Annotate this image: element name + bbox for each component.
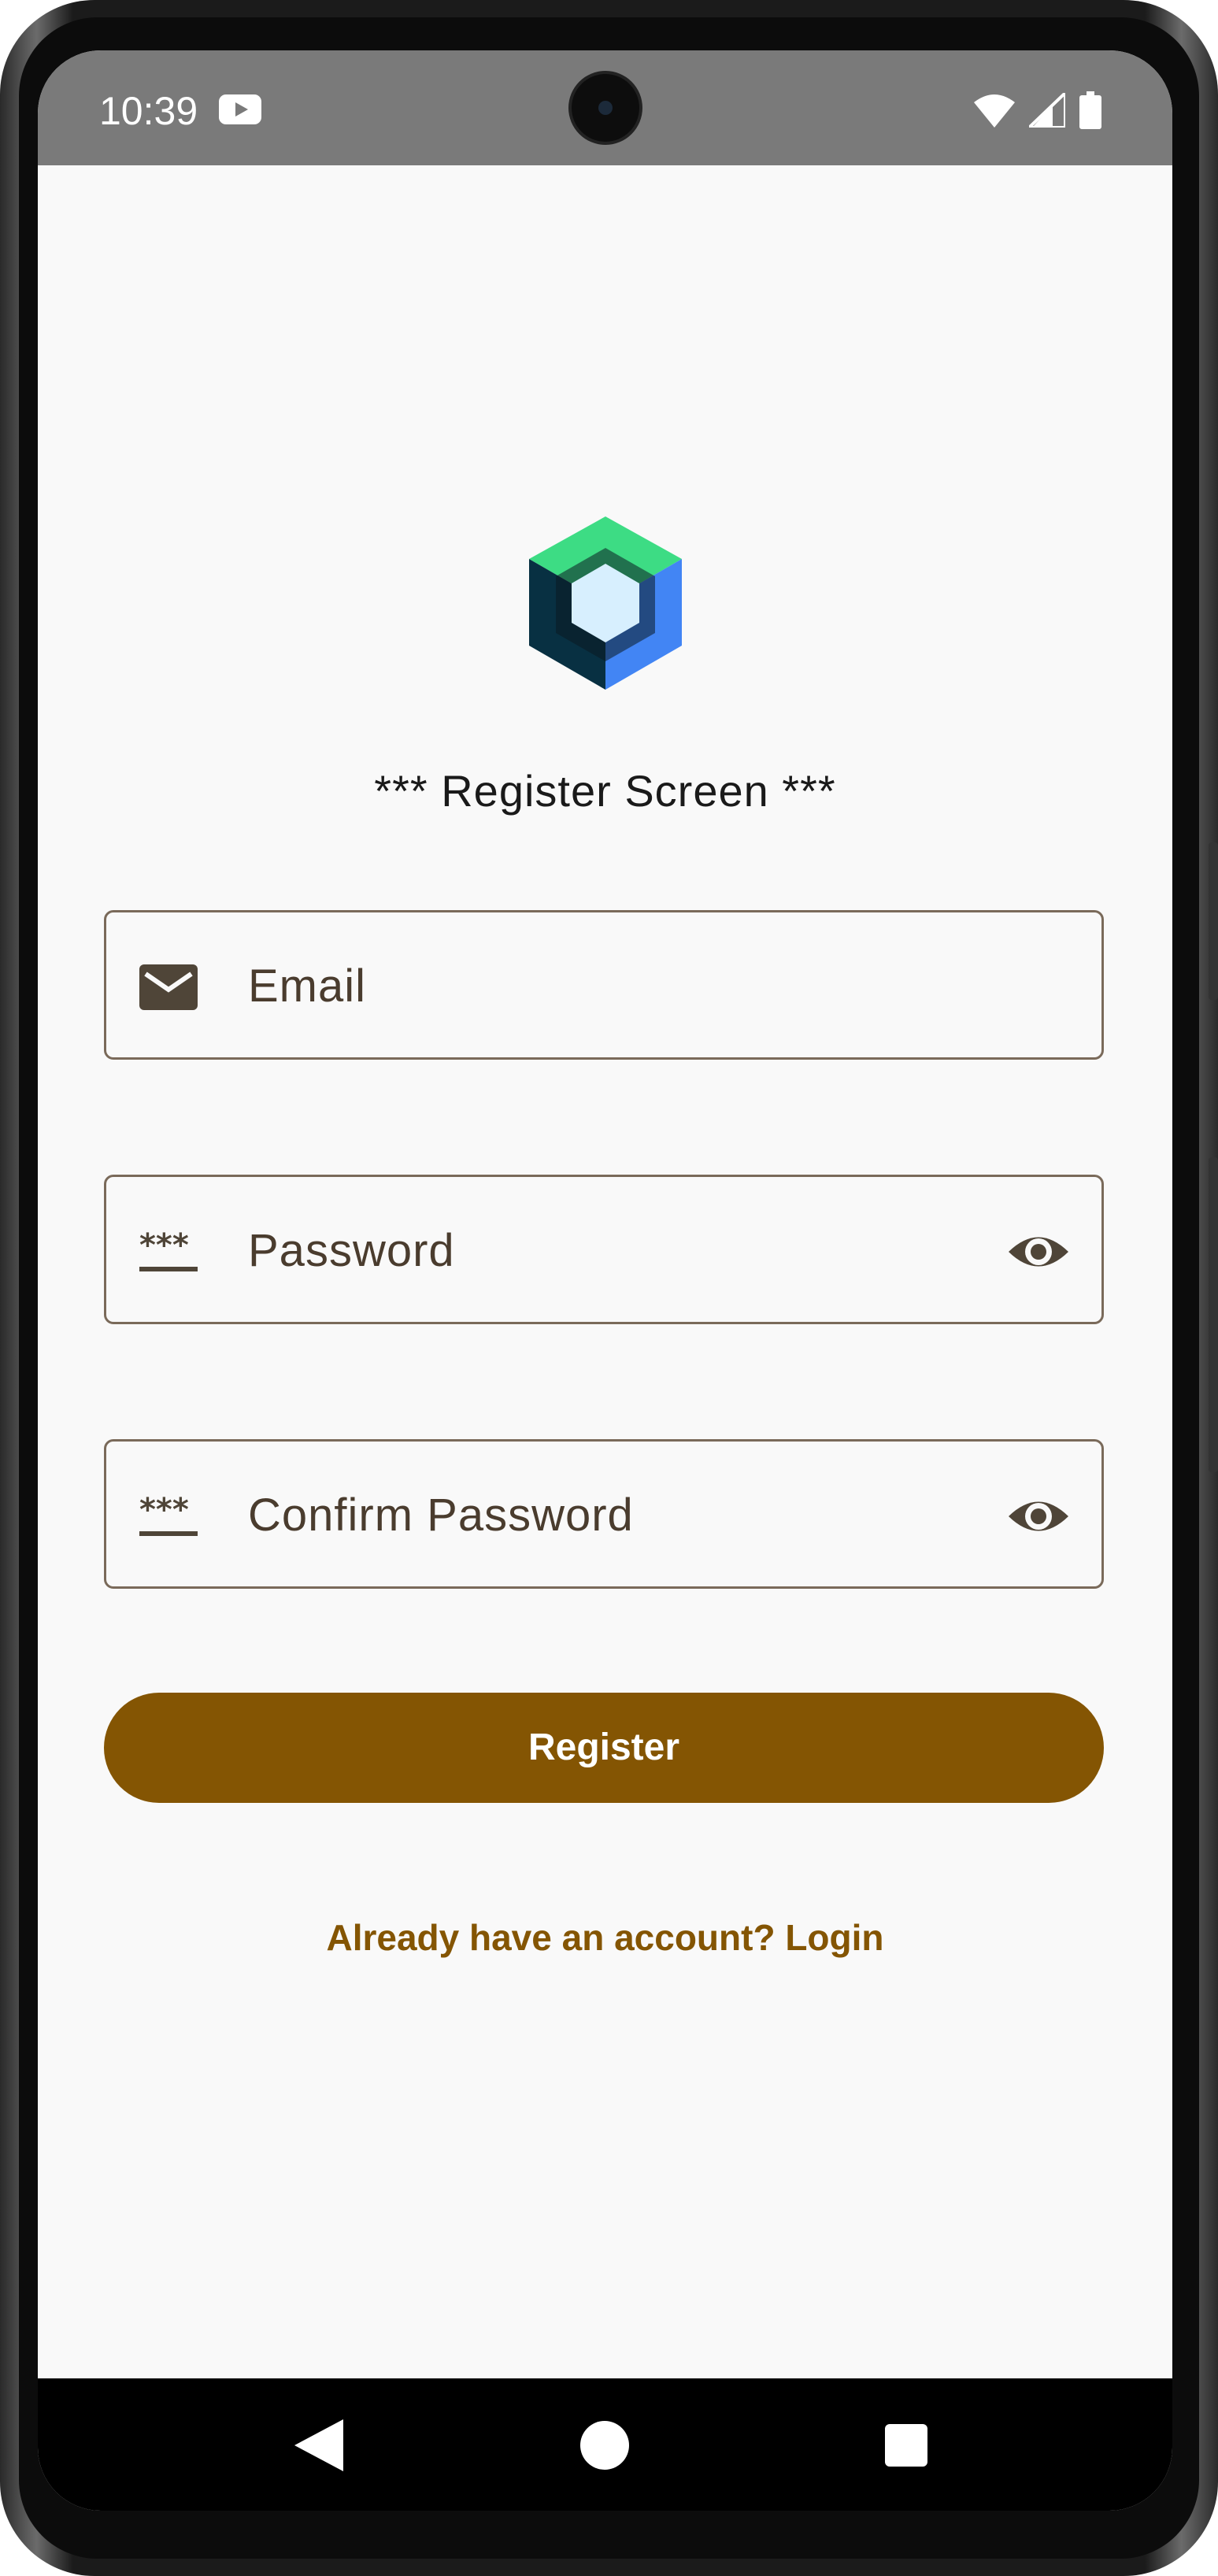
front-camera [572, 74, 639, 142]
wifi-icon [974, 94, 1015, 128]
power-button [1209, 842, 1218, 1000]
back-icon[interactable] [294, 2419, 343, 2471]
confirm-password-label: Confirm Password [248, 1490, 634, 1541]
page-title: *** Register Screen *** [374, 766, 836, 816]
mail-icon [139, 964, 198, 1010]
visibility-icon[interactable] [1007, 1487, 1070, 1545]
app-screen: 10:39 *** Register Screen *** Email *** … [38, 50, 1172, 2511]
visibility-icon[interactable] [1007, 1223, 1070, 1281]
svg-text:***: *** [139, 1227, 189, 1264]
email-field[interactable]: Email [104, 910, 1104, 1060]
home-icon[interactable] [580, 2421, 629, 2470]
login-link[interactable]: Already have an account? Login [38, 1916, 1172, 1959]
confirm-password-field[interactable]: *** Confirm Password [104, 1439, 1104, 1589]
navigation-bar [38, 2378, 1172, 2511]
password-label: Password [248, 1225, 455, 1276]
app-logo-icon [529, 516, 682, 690]
status-icons [974, 90, 1101, 131]
battery-icon [1079, 91, 1101, 129]
status-time: 10:39 [99, 89, 198, 133]
phone-frame: 10:39 *** Register Screen *** Email *** … [0, 0, 1218, 2576]
youtube-notification-icon [219, 94, 261, 124]
password-icon: *** [139, 1492, 198, 1536]
password-field[interactable]: *** Password [104, 1175, 1104, 1324]
cellular-signal-icon [1029, 93, 1065, 128]
recents-icon[interactable] [885, 2424, 927, 2467]
password-icon: *** [139, 1227, 198, 1271]
svg-text:***: *** [139, 1492, 189, 1528]
status-bar: 10:39 [38, 50, 1172, 165]
register-button[interactable]: Register [104, 1693, 1104, 1803]
email-label: Email [248, 960, 367, 1012]
volume-button [1209, 1157, 1218, 1472]
